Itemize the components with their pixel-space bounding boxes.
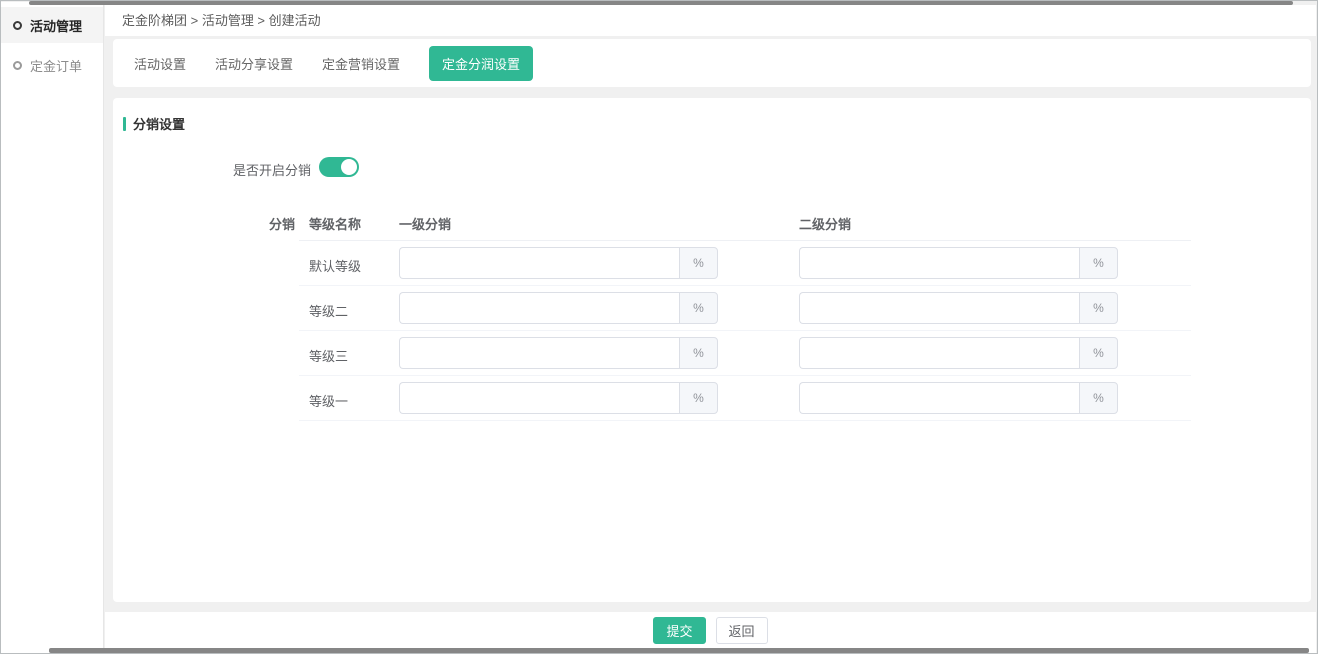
app-window: 活动管理 定金订单 定金阶梯团 > 活动管理 > 创建活动 活动设置 活动分享设… [0, 0, 1318, 654]
level-name: 等级三 [309, 346, 348, 365]
tab-deposit-profit-settings[interactable]: 定金分润设置 [429, 46, 533, 81]
group-label: 分销 [259, 214, 295, 233]
distribution-enable-toggle[interactable] [319, 157, 359, 177]
section-title: 分销设置 [123, 114, 185, 133]
level-name: 等级二 [309, 301, 348, 320]
level-name: 默认等级 [309, 256, 361, 275]
circle-icon [13, 21, 22, 30]
toggle-label: 是否开启分销 [113, 160, 311, 179]
percent-suffix: % [1079, 247, 1118, 279]
first-level-rate-input[interactable] [399, 337, 679, 369]
section-marker [123, 117, 126, 131]
sidebar-item-deposit-orders[interactable]: 定金订单 [1, 47, 103, 83]
second-level-rate-input[interactable] [799, 337, 1079, 369]
table-row: 默认等级 % % [299, 241, 1191, 286]
footer-bar: 提交 返回 [105, 612, 1316, 648]
first-level-rate-input[interactable] [399, 382, 679, 414]
first-level-rate-input[interactable] [399, 247, 679, 279]
rate-input-group: % [399, 247, 718, 279]
sidebar-item-label: 定金订单 [30, 56, 82, 75]
percent-suffix: % [679, 337, 718, 369]
tab-activity-settings[interactable]: 活动设置 [134, 54, 186, 73]
second-level-rate-input[interactable] [799, 292, 1079, 324]
submit-button[interactable]: 提交 [653, 617, 705, 644]
tab-activity-share-settings[interactable]: 活动分享设置 [215, 54, 293, 73]
rate-input-group: % [799, 247, 1118, 279]
distribution-settings-panel: 分销设置 是否开启分销 分销 等级名称 一级分销 二级分销 默认等级 % [113, 98, 1311, 602]
circle-icon [13, 61, 22, 70]
toggle-knob [341, 159, 357, 175]
header-level-name: 等级名称 [309, 214, 361, 233]
percent-suffix: % [1079, 337, 1118, 369]
rate-input-group: % [799, 292, 1118, 324]
rate-input-group: % [399, 337, 718, 369]
rate-input-group: % [799, 337, 1118, 369]
percent-suffix: % [679, 292, 718, 324]
sidebar-item-activity-management[interactable]: 活动管理 [1, 7, 103, 43]
percent-suffix: % [1079, 292, 1118, 324]
first-level-rate-input[interactable] [399, 292, 679, 324]
percent-suffix: % [1079, 382, 1118, 414]
rate-input-group: % [399, 292, 718, 324]
rate-input-group: % [799, 382, 1118, 414]
level-name: 等级一 [309, 391, 348, 410]
rate-input-group: % [399, 382, 718, 414]
table-row: 等级一 % % [299, 376, 1191, 421]
header-second-level: 二级分销 [799, 214, 851, 233]
distribution-rate-table: 分销 等级名称 一级分销 二级分销 默认等级 % % 等级二 [299, 208, 1191, 421]
breadcrumb: 定金阶梯团 > 活动管理 > 创建活动 [105, 5, 1316, 36]
window-bottom-edge [49, 648, 1309, 653]
second-level-rate-input[interactable] [799, 382, 1079, 414]
breadcrumb-text: 定金阶梯团 > 活动管理 > 创建活动 [122, 13, 321, 28]
sidebar-item-label: 活动管理 [30, 16, 82, 35]
back-button[interactable]: 返回 [716, 617, 768, 644]
window-top-edge [29, 1, 1293, 5]
percent-suffix: % [679, 247, 718, 279]
sidebar: 活动管理 定金订单 [1, 2, 104, 653]
second-level-rate-input[interactable] [799, 247, 1079, 279]
section-title-text: 分销设置 [133, 114, 185, 133]
table-row: 等级三 % % [299, 331, 1191, 376]
table-header-row: 分销 等级名称 一级分销 二级分销 [299, 208, 1191, 241]
header-first-level: 一级分销 [399, 214, 451, 233]
percent-suffix: % [679, 382, 718, 414]
tab-deposit-marketing-settings[interactable]: 定金营销设置 [322, 54, 400, 73]
table-row: 等级二 % % [299, 286, 1191, 331]
tabs-bar: 活动设置 活动分享设置 定金营销设置 定金分润设置 [113, 39, 1311, 87]
